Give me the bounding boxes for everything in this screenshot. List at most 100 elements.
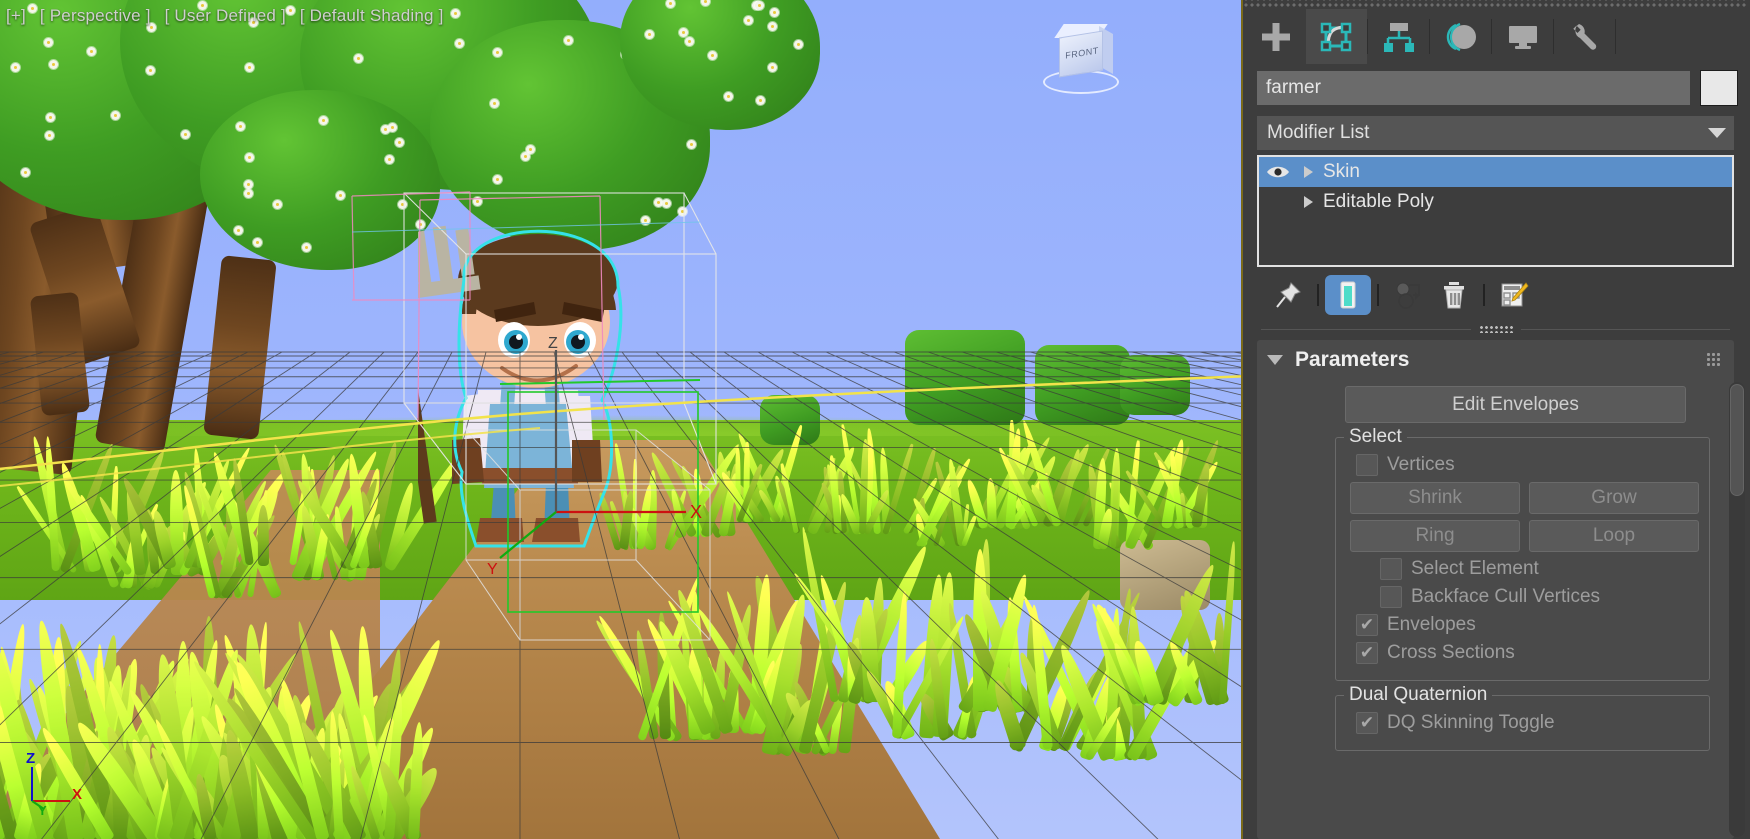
application-window: X Y Z [+] [ Perspective ] [ User Defined ]… [0, 0, 1750, 839]
panel-scrollbar[interactable] [1729, 382, 1745, 837]
ring-loop-row: Ring Loop [1350, 520, 1699, 552]
select-group: Select Vertices Shrink Grow Ring Loop Se… [1335, 437, 1710, 681]
panel-scrollbar-thumb[interactable] [1730, 384, 1744, 496]
modifier-stack[interactable]: Skin Editable Poly [1257, 155, 1734, 267]
viewport-perspective[interactable]: X Y Z [+] [ Perspective ] [ User Defined ]… [0, 0, 1243, 839]
modifier-list-label: Modifier List [1267, 122, 1369, 144]
dq-skinning-label: DQ Skinning Toggle [1387, 712, 1555, 734]
command-panel-tabbar [1243, 9, 1748, 64]
command-panel: Modifier List Skin Editable Poly [1243, 0, 1748, 839]
backface-cull-label: Backface Cull Vertices [1411, 586, 1600, 608]
wrench-icon [1567, 19, 1603, 55]
modifier-name-skin: Skin [1319, 161, 1360, 183]
dq-skinning-checkbox-row[interactable]: ✔ DQ Skinning Toggle [1356, 712, 1699, 734]
envelope-green-box [508, 392, 698, 612]
eye-icon[interactable] [1259, 164, 1297, 180]
modifier-stack-item-skin[interactable]: Skin [1259, 157, 1732, 187]
backface-cull-checkbox-row[interactable]: Backface Cull Vertices [1380, 586, 1699, 608]
remove-modifier-button[interactable] [1431, 275, 1477, 315]
modifier-stack-toolbar [1243, 267, 1748, 321]
display-tab[interactable] [1492, 9, 1553, 64]
shrink-grow-row: Shrink Grow [1350, 482, 1699, 514]
view-cube[interactable]: FRONT [1035, 28, 1127, 100]
cross-sections-label: Cross Sections [1387, 642, 1515, 664]
loop-button[interactable]: Loop [1529, 520, 1699, 552]
viewport-label-shading[interactable]: [ Default Shading ] [300, 6, 444, 25]
dual-quaternion-group: Dual Quaternion ✔ DQ Skinning Toggle [1335, 695, 1710, 751]
backface-cull-checkbox[interactable] [1380, 586, 1402, 608]
divider-line-left [1261, 329, 1471, 330]
transform-gizmo: X Y Z [487, 335, 702, 578]
grow-button[interactable]: Grow [1529, 482, 1699, 514]
helper-box-lower [466, 430, 710, 640]
vertices-checkbox[interactable] [1356, 454, 1378, 476]
expand-arrow-icon[interactable] [1297, 166, 1319, 178]
utilities-tab[interactable] [1554, 9, 1615, 64]
modify-icon [1319, 19, 1355, 55]
pin-stack-button[interactable] [1265, 275, 1311, 315]
axis-tripod: X Y Z [18, 745, 88, 815]
trash-icon [1440, 280, 1468, 310]
rollout-collapse-icon[interactable] [1267, 355, 1283, 365]
svg-text:X: X [72, 786, 82, 803]
envelope-pink-box [352, 192, 470, 300]
bone-envelope-yellow [0, 376, 1243, 470]
envelopes-checkbox-row[interactable]: ✔ Envelopes [1356, 614, 1699, 636]
pin-icon [1273, 280, 1303, 310]
ring-button[interactable]: Ring [1350, 520, 1520, 552]
gizmo-x-label: X [690, 502, 702, 522]
select-element-checkbox-row[interactable]: Select Element [1380, 558, 1699, 580]
cross-sections-checkbox-row[interactable]: ✔ Cross Sections [1356, 642, 1699, 664]
show-end-result-button[interactable] [1325, 275, 1371, 315]
modify-tab[interactable] [1306, 9, 1367, 64]
envelopes-label: Envelopes [1387, 614, 1476, 636]
cross-sections-checkbox[interactable]: ✔ [1356, 642, 1378, 664]
divider-grip[interactable] [1479, 325, 1513, 333]
select-element-checkbox[interactable] [1380, 558, 1402, 580]
ground-grid [0, 352, 1243, 839]
viewport-label-view[interactable]: [ Perspective ] [40, 6, 151, 25]
toolbar-separator [1317, 284, 1319, 306]
rollout-divider [1243, 321, 1748, 337]
edit-envelopes-button[interactable]: Edit Envelopes [1345, 386, 1686, 423]
shrink-button[interactable]: Shrink [1350, 482, 1520, 514]
dual-quaternion-group-title: Dual Quaternion [1344, 684, 1492, 706]
parameters-rollout-header[interactable]: Parameters [1257, 340, 1734, 376]
svg-text:Y: Y [38, 803, 47, 815]
divider-line-right [1521, 329, 1731, 330]
vertices-label: Vertices [1387, 454, 1455, 476]
create-tab[interactable] [1245, 9, 1306, 64]
modifier-stack-item-editable-poly[interactable]: Editable Poly [1259, 187, 1732, 217]
viewport-label[interactable]: [+] [ Perspective ] [ User Defined ] [ D… [6, 6, 453, 26]
toolbar-separator [1377, 284, 1379, 306]
rollout-title: Parameters [1295, 348, 1409, 372]
tab-separator [1615, 19, 1616, 54]
panel-drag-rail[interactable] [1243, 0, 1748, 9]
display-icon [1505, 19, 1541, 55]
viewport-label-user[interactable]: [ User Defined ] [165, 6, 286, 25]
gizmo-y-label: Y [487, 561, 498, 578]
object-name-input[interactable] [1257, 71, 1690, 105]
select-element-label: Select Element [1411, 558, 1539, 580]
hierarchy-tab[interactable] [1368, 9, 1429, 64]
object-name-row [1243, 64, 1748, 114]
selection-bounding-cage [404, 193, 716, 484]
wireframe-overlay: X Y Z [0, 0, 1243, 839]
select-group-title: Select [1344, 426, 1407, 448]
envelopes-checkbox[interactable]: ✔ [1356, 614, 1378, 636]
make-unique-button[interactable] [1385, 275, 1431, 315]
chevron-down-icon [1708, 128, 1726, 138]
envelope-green-line [500, 380, 700, 384]
viewport-label-plus[interactable]: [+] [6, 6, 26, 25]
modifier-list-dropdown[interactable]: Modifier List [1257, 116, 1734, 150]
rollout-grip-icon[interactable] [1706, 352, 1722, 368]
configure-modifier-sets-button[interactable] [1491, 275, 1537, 315]
object-color-swatch[interactable] [1700, 70, 1738, 106]
gizmo-z-label: Z [548, 335, 558, 352]
dq-skinning-checkbox[interactable]: ✔ [1356, 712, 1378, 734]
test-tube-icon [1335, 280, 1361, 310]
motion-tab[interactable] [1430, 9, 1491, 64]
expand-arrow-icon[interactable] [1297, 196, 1319, 208]
svg-text:Z: Z [26, 750, 35, 767]
vertices-checkbox-row[interactable]: Vertices [1356, 454, 1699, 476]
